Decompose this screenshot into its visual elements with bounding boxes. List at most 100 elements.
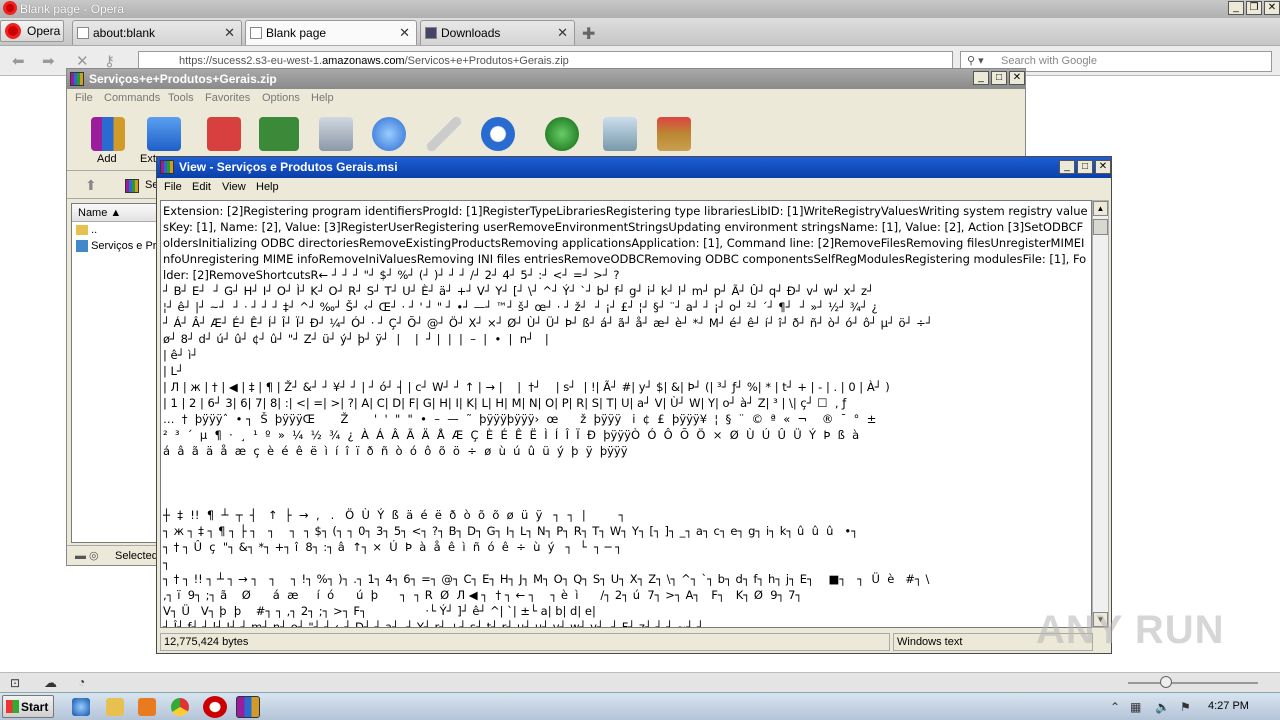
opera-menu-label: Opera	[27, 24, 61, 38]
minimize-button[interactable]: _	[1228, 1, 1244, 15]
viewer-title: View - Serviços e Produtos Gerais.msi	[179, 160, 398, 174]
cloud-icon[interactable]: ☁	[44, 675, 57, 691]
windows-logo-icon	[6, 700, 19, 713]
speed-dial-icon[interactable]: ◔	[78, 675, 85, 689]
sfx-box-icon[interactable]	[657, 117, 691, 151]
tab-label: Downloads	[441, 26, 501, 40]
list-item-parent[interactable]: ..	[76, 224, 97, 236]
action-center-flag-icon[interactable]: ⚑	[1180, 700, 1191, 714]
start-button[interactable]: Start	[2, 695, 54, 718]
chrome-icon[interactable]	[171, 698, 189, 716]
status-selected: Selected	[115, 550, 158, 562]
opera-taskbar-icon[interactable]	[203, 696, 227, 718]
tab-close-icon[interactable]: ✕	[399, 25, 410, 41]
ie-icon[interactable]	[72, 698, 90, 716]
winrar-menu-bar: File Commands Tools Favorites Options He…	[67, 89, 1025, 109]
up-arrow-icon[interactable]: ⬆	[85, 177, 97, 194]
viewer-menu-bar: File Edit View Help	[157, 178, 1111, 198]
url-prefix: https://sucess2.s3-eu-west-1.	[179, 55, 323, 67]
page-icon	[250, 27, 262, 39]
zoom-slider-thumb[interactable]	[1160, 676, 1172, 688]
winrar-title-bar[interactable]: Serviços+e+Produtos+Gerais.zip _ □ ✕	[67, 69, 1025, 89]
add-label: Add	[97, 153, 117, 165]
file-size-status: 12,775,424 bytes	[160, 633, 890, 651]
explorer-folder-icon[interactable]	[106, 698, 124, 716]
column-name-header[interactable]: Name ▲	[72, 204, 156, 222]
extract-label: Ext	[140, 153, 156, 165]
menu-edit[interactable]: Edit	[192, 181, 211, 193]
close-button[interactable]: ✕	[1095, 160, 1111, 174]
add-archive-icon[interactable]	[91, 117, 125, 151]
list-item-msi[interactable]: Serviços e Pr	[76, 240, 156, 253]
minimize-button[interactable]: _	[973, 71, 989, 85]
opera-menu-button[interactable]: Opera	[0, 20, 64, 42]
menu-file[interactable]: File	[75, 92, 93, 104]
archive-icon	[125, 179, 139, 193]
test-clipboard-icon[interactable]	[207, 117, 241, 151]
tab-close-icon[interactable]: ✕	[224, 25, 235, 41]
search-placeholder: Search with Google	[1001, 55, 1097, 67]
extract-folder-icon[interactable]	[147, 117, 181, 151]
volume-icon[interactable]: 🔈	[1155, 700, 1170, 714]
info-icon[interactable]	[481, 117, 515, 151]
comment-icon[interactable]	[603, 117, 637, 151]
close-button[interactable]: ✕	[1009, 71, 1025, 85]
url-domain: amazonaws.com	[322, 55, 405, 67]
maximize-button[interactable]: □	[1077, 160, 1093, 174]
clock[interactable]: 4:27 PM	[1208, 700, 1249, 712]
network-icon[interactable]: ▦	[1130, 700, 1141, 714]
browser-title: Blank page - Opera	[20, 2, 125, 16]
file-list: Name ▲ .. Serviços e Pr	[71, 203, 157, 543]
restore-button[interactable]: ❐	[1246, 1, 1262, 15]
forward-icon[interactable]: ➡	[42, 52, 55, 70]
menu-help[interactable]: Help	[256, 181, 279, 193]
close-button[interactable]: ✕	[1264, 1, 1280, 15]
downloads-icon	[425, 27, 437, 39]
wizard-wand-icon[interactable]	[427, 117, 461, 151]
delete-trash-icon[interactable]	[319, 117, 353, 151]
tab-close-icon[interactable]: ✕	[557, 25, 568, 41]
winrar-title: Serviços+e+Produtos+Gerais.zip	[89, 72, 277, 86]
back-icon[interactable]: ⬅	[12, 52, 25, 70]
menu-options[interactable]: Options	[262, 92, 300, 104]
zoom-slider[interactable]	[1128, 682, 1258, 684]
tab-about-blank[interactable]: about:blank ✕	[72, 20, 242, 45]
minimize-button[interactable]: _	[1059, 160, 1075, 174]
tab-label: Blank page	[266, 26, 327, 40]
viewer-window: View - Serviços e Produtos Gerais.msi _ …	[156, 156, 1112, 654]
file-content: Extension: [2]Registering program identi…	[163, 204, 1088, 628]
maximize-button[interactable]: □	[991, 71, 1007, 85]
menu-commands[interactable]: Commands	[104, 92, 160, 104]
find-magnifier-icon[interactable]	[372, 117, 406, 151]
menu-tools[interactable]: Tools	[168, 92, 194, 104]
vertical-scrollbar[interactable]: ▲ ▼	[1092, 200, 1109, 628]
file-content-text[interactable]: Extension: [2]Registering program identi…	[160, 200, 1092, 628]
anyrun-watermark: ANY RUN	[1036, 608, 1225, 652]
tab-blank-page[interactable]: Blank page ✕	[245, 20, 417, 45]
view-book-icon[interactable]	[259, 117, 299, 151]
menu-view[interactable]: View	[222, 181, 246, 193]
opera-logo-icon	[3, 1, 17, 15]
winrar-icon	[70, 72, 84, 86]
media-player-icon[interactable]	[138, 698, 156, 716]
viewer-title-bar[interactable]: View - Serviços e Produtos Gerais.msi _ …	[157, 157, 1111, 178]
page-icon	[77, 27, 89, 39]
scroll-thumb[interactable]	[1093, 219, 1108, 235]
tab-downloads[interactable]: Downloads ✕	[420, 20, 575, 45]
new-tab-icon[interactable]: ✚	[582, 24, 595, 44]
url-path: /Servicos+e+Produtos+Gerais.zip	[404, 55, 569, 67]
menu-favorites[interactable]: Favorites	[205, 92, 250, 104]
tab-bar: Opera about:blank ✕ Blank page ✕ Downloa…	[0, 18, 1280, 46]
winrar-taskbar-icon[interactable]	[236, 696, 260, 718]
taskbar: Start ⌃ ▦ 🔈 ⚑ 4:27 PM	[0, 692, 1280, 720]
msi-file-icon	[76, 240, 88, 253]
drive-icon[interactable]: ▬ ◎	[75, 549, 99, 562]
folder-icon	[76, 225, 88, 236]
scroll-up-icon[interactable]: ▲	[1093, 201, 1108, 216]
virus-scan-icon[interactable]	[545, 117, 579, 151]
tray-expand-icon[interactable]: ⌃	[1110, 700, 1120, 714]
menu-help[interactable]: Help	[311, 92, 334, 104]
panel-toggle-icon[interactable]: ⊡	[10, 676, 20, 690]
opera-logo-icon	[5, 23, 21, 39]
menu-file[interactable]: File	[164, 181, 182, 193]
